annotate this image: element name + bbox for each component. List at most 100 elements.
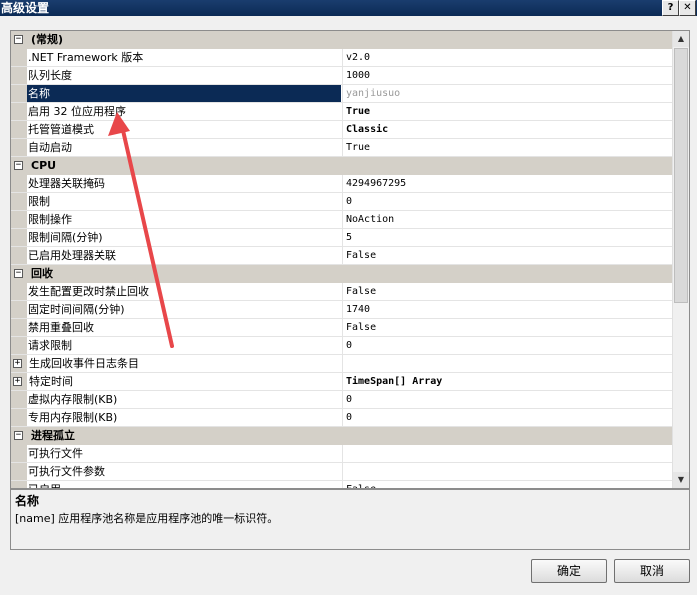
property-value[interactable]: 0 (342, 391, 674, 408)
property-row[interactable]: 请求限制 0 (11, 337, 672, 355)
property-value[interactable]: TimeSpan[] Array (342, 373, 674, 390)
property-name: 虚拟内存限制(KB) (28, 393, 118, 406)
scroll-down-icon[interactable]: ▼ (673, 472, 689, 488)
property-row[interactable]: + 生成回收事件日志条目 (11, 355, 672, 373)
collapse-icon[interactable]: − (14, 35, 23, 44)
property-row[interactable]: 自动启动 True (11, 139, 672, 157)
row-gutter (11, 301, 27, 318)
property-row[interactable]: 队列长度 1000 (11, 67, 672, 85)
property-value[interactable]: True (342, 103, 674, 120)
property-row[interactable]: 可执行文件 (11, 445, 672, 463)
row-gutter (11, 481, 27, 488)
category-row[interactable]: − 进程孤立 (11, 427, 672, 445)
property-value[interactable]: 4294967295 (342, 175, 674, 192)
property-value[interactable] (342, 445, 674, 462)
property-row[interactable]: 处理器关联掩码 4294967295 (11, 175, 672, 193)
row-gutter (11, 319, 27, 336)
scroll-up-icon[interactable]: ▲ (673, 31, 689, 47)
property-value[interactable]: 1740 (342, 301, 674, 318)
row-gutter (11, 103, 27, 120)
property-value[interactable] (342, 355, 674, 372)
title-bar: 高级设置 ? ✕ (0, 0, 697, 16)
property-name: 可执行文件 (28, 447, 83, 460)
property-value[interactable]: NoAction (342, 211, 674, 228)
property-name: 专用内存限制(KB) (28, 411, 118, 424)
property-name: 处理器关联掩码 (28, 177, 105, 190)
expand-icon[interactable]: + (13, 359, 22, 368)
property-name: 自动启动 (28, 141, 72, 154)
property-name: 已启用 (27, 481, 341, 488)
property-name: 固定时间间隔(分钟) (28, 303, 125, 316)
property-value[interactable]: 1000 (342, 67, 674, 84)
scroll-thumb[interactable] (674, 48, 688, 303)
property-name: 托管管道模式 (28, 123, 94, 136)
property-row[interactable]: 已启用False (11, 481, 674, 488)
property-value[interactable]: v2.0 (342, 49, 674, 66)
property-row[interactable]: + 特定时间 TimeSpan[] Array (11, 373, 672, 391)
property-value[interactable]: 0 (342, 409, 674, 426)
row-gutter (11, 121, 27, 138)
property-row[interactable]: 可执行文件参数 (11, 463, 672, 481)
property-name: 生成回收事件日志条目 (29, 357, 139, 370)
help-button[interactable]: ? (662, 0, 679, 16)
property-row[interactable]: 已启用处理器关联 False (11, 247, 672, 265)
row-gutter (11, 85, 27, 102)
category-label: 进程孤立 (31, 429, 75, 442)
collapse-icon[interactable]: − (14, 269, 23, 278)
property-value[interactable]: False (342, 247, 674, 264)
property-row[interactable]: 启用 32 位应用程序 True (11, 103, 672, 121)
property-name: .NET Framework 版本 (28, 51, 144, 64)
row-gutter (11, 193, 27, 210)
property-value[interactable]: False (342, 283, 674, 300)
property-name: 限制 (28, 195, 50, 208)
collapse-icon[interactable]: − (14, 161, 23, 170)
property-value[interactable]: 0 (342, 193, 674, 210)
property-row[interactable]: 限制操作 NoAction (11, 211, 672, 229)
cancel-button[interactable]: 取消 (614, 559, 690, 583)
row-gutter (11, 283, 27, 300)
collapse-icon[interactable]: − (14, 431, 23, 440)
description-title: 名称 (15, 494, 40, 508)
property-name: 队列长度 (28, 69, 72, 82)
property-row-selected[interactable]: 名称 yanjiusuo (11, 85, 672, 103)
property-row[interactable]: 禁用重叠回收 False (11, 319, 672, 337)
row-gutter (11, 49, 27, 66)
category-row[interactable]: − CPU (11, 157, 672, 175)
property-row[interactable]: .NET Framework 版本 v2.0 (11, 49, 672, 67)
property-row[interactable]: 固定时间间隔(分钟) 1740 (11, 301, 672, 319)
row-gutter (11, 463, 27, 480)
property-value[interactable]: Classic (342, 121, 674, 138)
close-button[interactable]: ✕ (679, 0, 696, 16)
property-row[interactable]: 发生配置更改时禁止回收 False (11, 283, 672, 301)
row-gutter (11, 229, 27, 246)
property-rows: − (常规) .NET Framework 版本 v2.0 队列长度 1000 名称 yanj… (11, 31, 674, 488)
property-row[interactable]: 限制间隔(分钟) 5 (11, 229, 672, 247)
property-value[interactable]: yanjiusuo (342, 85, 674, 102)
category-label: 回收 (31, 267, 53, 280)
row-gutter (11, 391, 27, 408)
row-gutter (11, 67, 27, 84)
category-label: CPU (31, 159, 57, 172)
category-row[interactable]: − 回收 (11, 265, 672, 283)
property-name: 名称 (27, 85, 341, 102)
property-value[interactable] (342, 463, 674, 480)
expand-icon[interactable]: + (13, 377, 22, 386)
property-row[interactable]: 专用内存限制(KB) 0 (11, 409, 672, 427)
row-gutter (11, 445, 27, 462)
property-name: 已启用处理器关联 (28, 249, 116, 262)
property-row[interactable]: 虚拟内存限制(KB) 0 (11, 391, 672, 409)
property-value[interactable]: 0 (342, 337, 674, 354)
property-value[interactable]: 5 (342, 229, 674, 246)
property-value[interactable]: False (342, 319, 674, 336)
category-row[interactable]: − (常规) (11, 31, 672, 49)
property-row[interactable]: 限制 0 (11, 193, 672, 211)
property-row[interactable]: 托管管道模式 Classic (11, 121, 672, 139)
property-name: 可执行文件参数 (28, 465, 105, 478)
vertical-scrollbar[interactable]: ▲ ▼ (672, 31, 689, 488)
property-value[interactable]: True (342, 139, 674, 156)
property-name: 禁用重叠回收 (28, 321, 94, 334)
property-value[interactable]: False (342, 481, 674, 488)
property-grid[interactable]: − (常规) .NET Framework 版本 v2.0 队列长度 1000 名称 yanj… (10, 30, 690, 489)
property-name: 启用 32 位应用程序 (28, 105, 126, 118)
ok-button[interactable]: 确定 (531, 559, 607, 583)
